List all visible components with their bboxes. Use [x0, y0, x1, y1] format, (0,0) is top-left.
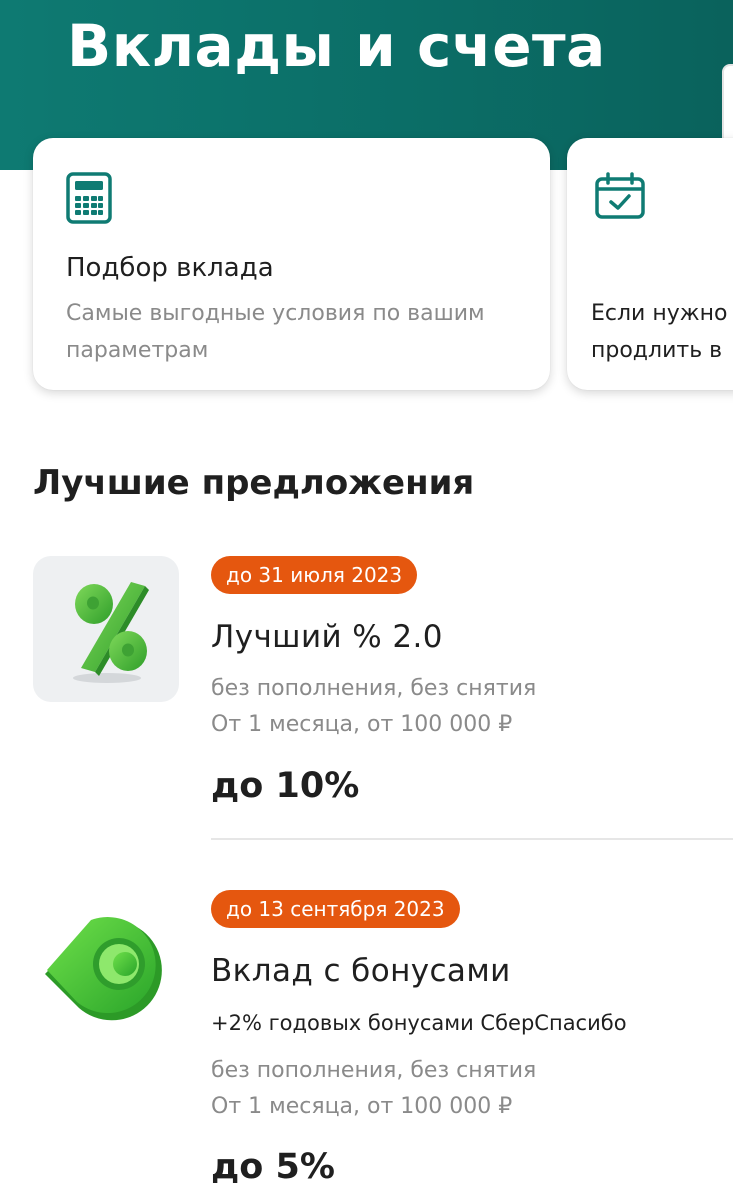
offer-name[interactable]: Лучший % 2.0	[211, 619, 443, 655]
offer-conditions: без пополнения, без снятия	[211, 676, 537, 701]
offer-conditions: без пополнения, без снятия	[211, 1058, 537, 1083]
offer-name[interactable]: Вклад с бонусами	[211, 953, 511, 989]
deposit-selection-card[interactable]: Подбор вклада Самые выгодные условия по …	[33, 138, 550, 390]
offer-rate: до 5%	[211, 1147, 335, 1187]
offer-rate: до 10%	[211, 766, 360, 806]
section-title: Лучшие предложения	[33, 463, 475, 503]
calculator-icon	[66, 172, 112, 228]
offer-term: От 1 месяца, от 100 000 ₽	[211, 1094, 513, 1119]
calendar-check-icon	[594, 172, 646, 224]
offer-term: От 1 месяца, от 100 000 ₽	[211, 712, 513, 737]
card-description: Самые выгодные условия по вашим параметр…	[66, 301, 485, 363]
card-description: Если нужно продлить в	[591, 301, 728, 363]
offer-deadline-badge: до 31 июля 2023	[211, 556, 418, 594]
sberspasibo-3d-icon[interactable]	[33, 890, 179, 1036]
edge-tab[interactable]	[722, 64, 733, 148]
deposit-extension-card[interactable]: Если нужно продлить в	[567, 138, 733, 390]
percent-3d-icon[interactable]	[33, 556, 179, 702]
card-title: Подбор вклада	[66, 253, 274, 283]
offer-bonus: +2% годовых бонусами СберСпасибо	[211, 1011, 627, 1035]
page-title: Вклады и счета	[67, 12, 606, 80]
offer-deadline-badge: до 13 сентября 2023	[211, 890, 460, 928]
divider	[211, 838, 733, 840]
